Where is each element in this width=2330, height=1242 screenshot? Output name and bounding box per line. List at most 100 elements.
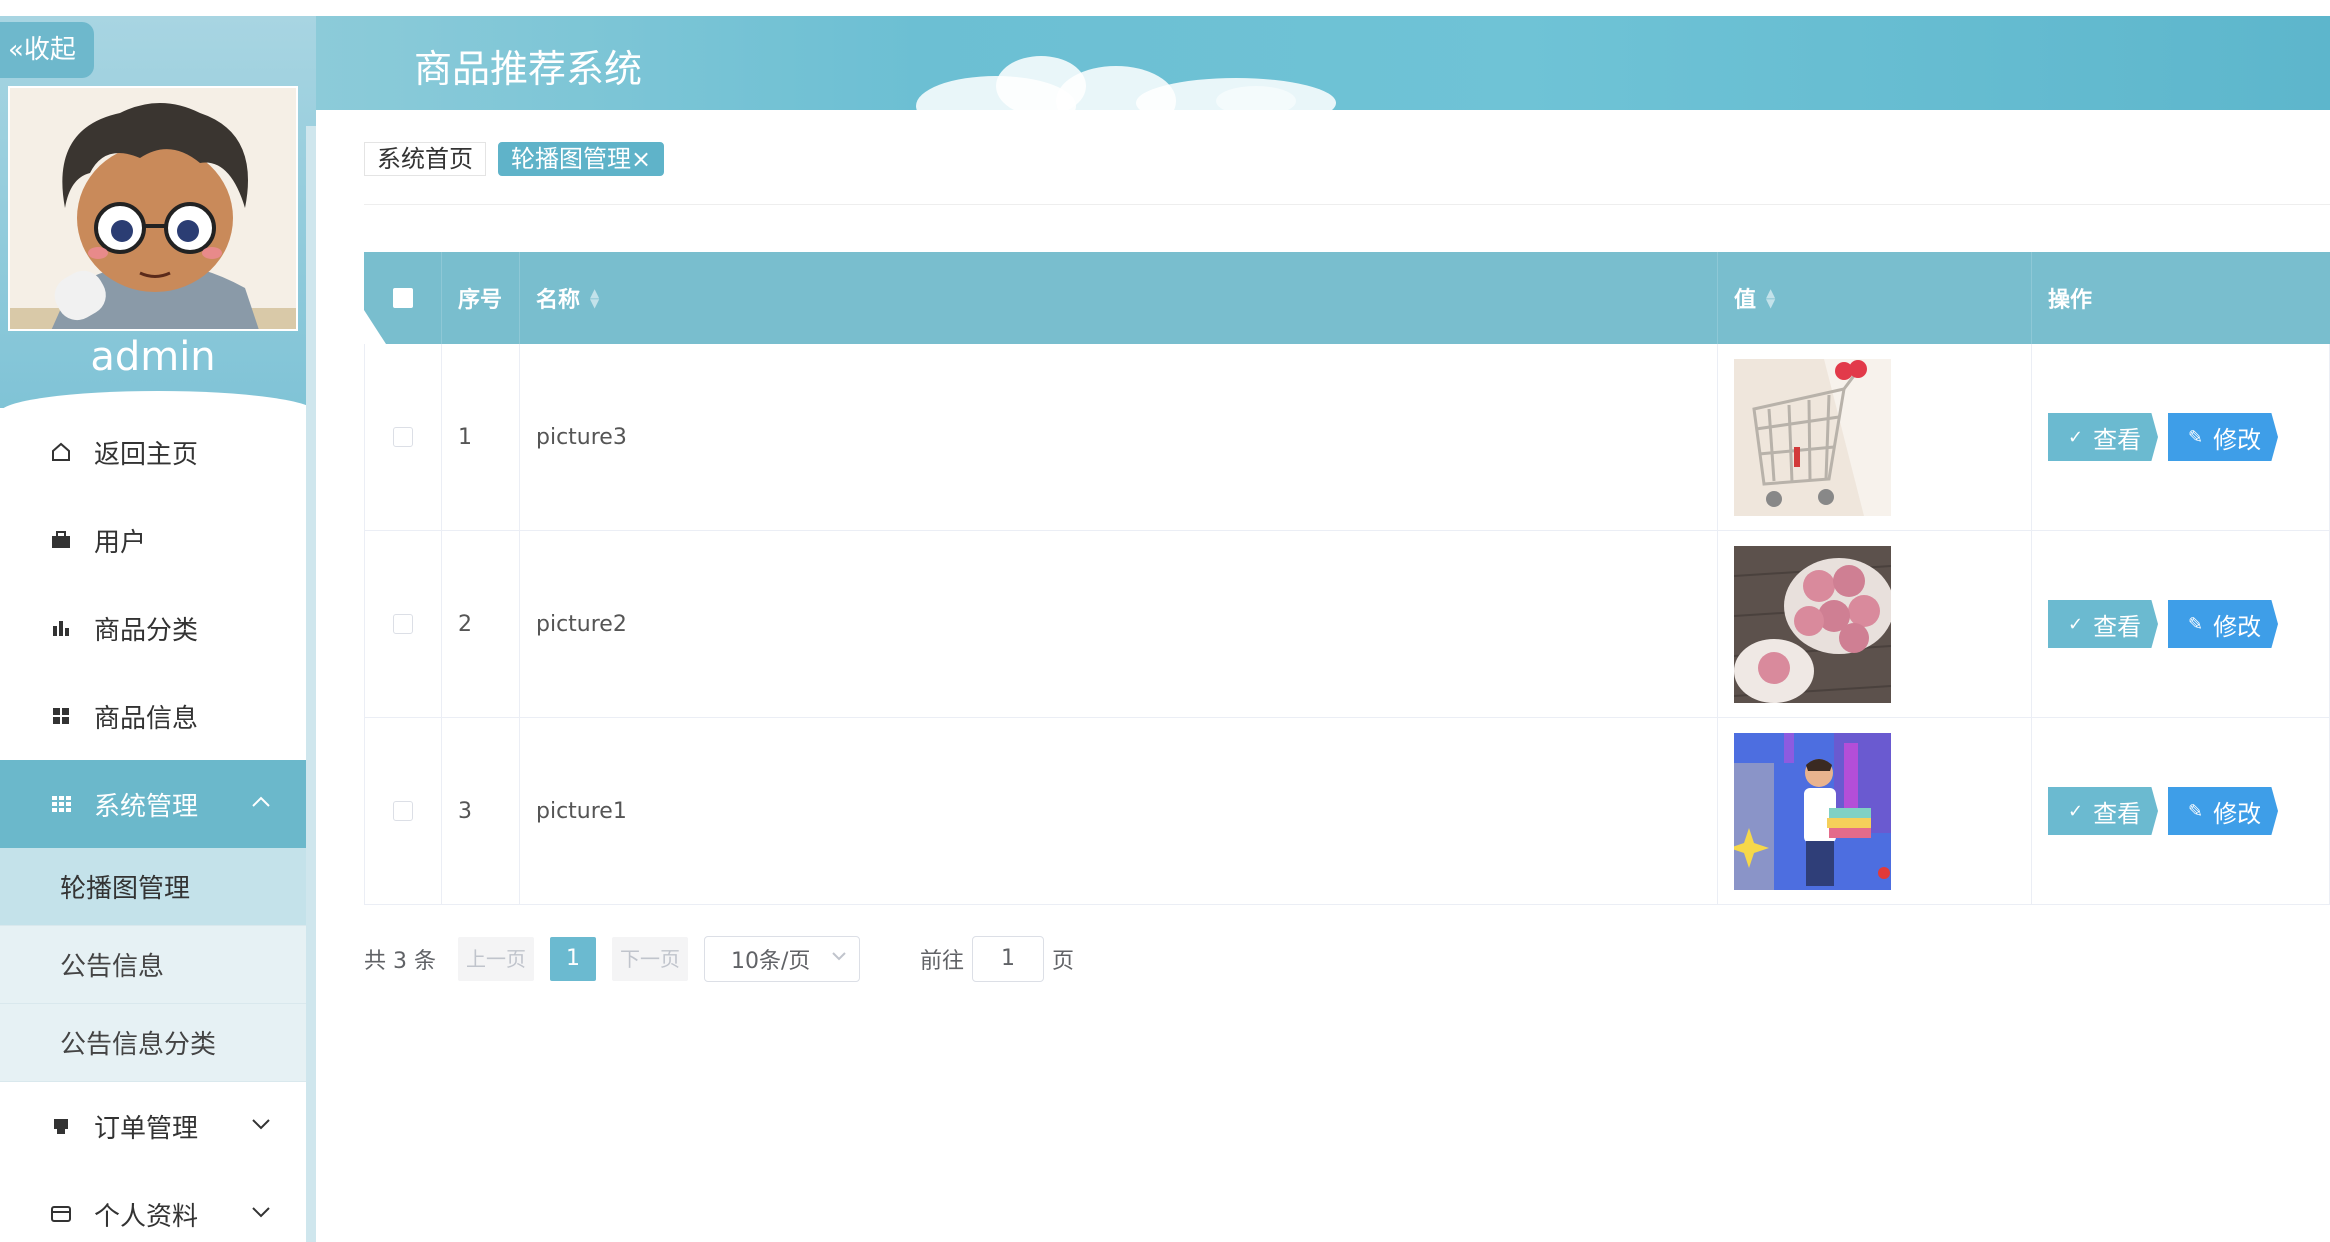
sidebar-subitem-label: 轮播图管理 — [60, 874, 191, 904]
sidebar-item-category[interactable]: 商品分类 — [0, 584, 306, 672]
check-icon: ✓ — [2068, 426, 2084, 448]
page-number-current[interactable]: 1 — [549, 937, 596, 981]
page-suffix-label: 页 — [1052, 949, 1075, 974]
view-button[interactable]: ✓ 查看 — [2048, 787, 2158, 835]
sidebar-item-label: 订单管理 — [94, 1113, 199, 1144]
row-actions: ✓ 查看 ✎ 修改 — [2032, 718, 2330, 904]
row-value-cell — [1718, 718, 2032, 904]
edit-icon: ✎ — [2188, 613, 2204, 635]
edit-icon: ✎ — [2188, 800, 2204, 822]
pagination: 共 3 条 上一页 1 下一页 10条/页 前往 1 页 — [364, 936, 1074, 982]
row-value-cell — [1718, 344, 2032, 530]
sidebar-subitem-carousel[interactable]: 轮播图管理 — [0, 848, 306, 926]
card-icon — [48, 1201, 74, 1227]
sidebar-item-label: 用户 — [94, 527, 147, 558]
sort-icon[interactable]: ▲ ▼ — [590, 287, 599, 309]
header-banner: 商品推荐系统 — [316, 16, 2330, 110]
tab-bar: 系统首页 轮播图管理× — [364, 142, 665, 176]
row-index: 1 — [442, 344, 520, 530]
tab-carousel[interactable]: 轮播图管理× — [498, 142, 665, 176]
briefcase-icon — [48, 527, 74, 553]
column-header-label: 名称 — [536, 288, 581, 313]
printer-icon — [48, 1113, 74, 1139]
chevron-up-icon — [250, 790, 272, 815]
home-icon — [48, 439, 74, 465]
row-actions: ✓ 查看 ✎ 修改 — [2032, 344, 2330, 530]
username: admin — [90, 334, 216, 380]
edit-button[interactable]: ✎ 修改 — [2168, 787, 2278, 835]
row-checkbox[interactable] — [393, 801, 413, 821]
pink-cookies-thumbnail[interactable] — [1734, 545, 1891, 703]
column-header-actions: 操作 — [2032, 252, 2330, 344]
shopping-cart-thumbnail[interactable] — [1734, 358, 1891, 516]
view-button-label: 查看 — [2093, 799, 2142, 828]
divider — [364, 204, 2330, 205]
edit-button-label: 修改 — [2213, 612, 2262, 641]
edit-button-label: 修改 — [2213, 425, 2262, 454]
column-header-name[interactable]: 名称 ▲ ▼ — [520, 252, 1718, 344]
view-button[interactable]: ✓ 查看 — [2048, 413, 2158, 461]
sidebar-subitem-label: 公告信息分类 — [60, 1030, 217, 1060]
data-table: 序号 名称 ▲ ▼ 值 ▲ ▼ 操作 1 picture3 ✓ 查看 ✎ 修改 … — [364, 252, 2330, 905]
bar-chart-icon — [48, 615, 74, 641]
tab-label: 系统首页 — [377, 145, 473, 173]
row-actions: ✓ 查看 ✎ 修改 — [2032, 531, 2330, 717]
edit-button[interactable]: ✎ 修改 — [2168, 413, 2278, 461]
sidebar-item-label: 个人资料 — [94, 1201, 199, 1232]
select-all-checkbox[interactable] — [392, 288, 413, 308]
page-size-select[interactable]: 10条/页 — [703, 936, 860, 982]
prev-page-button[interactable]: 上一页 — [457, 937, 534, 981]
table-row: 2 picture2 ✓ 查看 ✎ 修改 — [364, 531, 2330, 718]
avatar — [8, 86, 298, 331]
grid-icon — [48, 703, 74, 729]
column-header-label: 操作 — [2048, 288, 2093, 313]
apps-icon — [48, 791, 74, 817]
column-header-label: 序号 — [458, 288, 503, 313]
sidebar-item-products[interactable]: 商品信息 — [0, 672, 306, 760]
shopper-illustration-thumbnail[interactable] — [1734, 732, 1891, 890]
sort-icon[interactable]: ▲ ▼ — [1766, 287, 1775, 309]
view-button-label: 查看 — [2093, 425, 2142, 454]
sidebar-item-users[interactable]: 用户 — [0, 496, 306, 584]
view-button-label: 查看 — [2093, 612, 2142, 641]
table-row: 1 picture3 ✓ 查看 ✎ 修改 — [364, 344, 2330, 531]
sidebar-item-home[interactable]: 返回主页 — [0, 408, 306, 496]
sidebar-item-label: 返回主页 — [94, 439, 199, 470]
chevron-down-icon — [250, 1112, 272, 1137]
sidebar-item-orders[interactable]: 订单管理 — [0, 1082, 306, 1170]
sidebar-scrollbar[interactable] — [306, 126, 316, 1242]
sidebar-subitem-notice[interactable]: 公告信息 — [0, 926, 306, 1004]
sidebar-item-label: 商品信息 — [94, 703, 199, 734]
page-size-value: 10条/页 — [730, 949, 811, 974]
row-select-cell — [364, 531, 442, 717]
close-icon[interactable]: × — [631, 145, 651, 173]
pagination-total: 共 3 条 — [364, 949, 436, 974]
column-header-value[interactable]: 值 ▲ ▼ — [1718, 252, 2032, 344]
column-header-index: 序号 — [442, 252, 520, 344]
row-value-cell — [1718, 531, 2032, 717]
next-page-button[interactable]: 下一页 — [611, 937, 688, 981]
view-button[interactable]: ✓ 查看 — [2048, 600, 2158, 648]
tab-label: 轮播图管理 — [511, 145, 631, 173]
row-checkbox[interactable] — [393, 614, 413, 634]
sidebar: «收起 admin 返回主页 用户 商品分类 商品信息 系统管理 轮播图管理 公… — [0, 16, 316, 1242]
row-name: picture2 — [520, 531, 1718, 717]
avatar-image — [10, 88, 296, 329]
goto-page-input[interactable]: 1 — [972, 936, 1044, 982]
tab-home[interactable]: 系统首页 — [364, 142, 486, 176]
edit-icon: ✎ — [2188, 426, 2204, 448]
row-name: picture1 — [520, 718, 1718, 904]
sidebar-subitem-notice-category[interactable]: 公告信息分类 — [0, 1004, 306, 1082]
double-chevron-left-icon: « — [8, 35, 24, 65]
row-index: 3 — [442, 718, 520, 904]
collapse-button[interactable]: «收起 — [0, 22, 94, 78]
edit-button-label: 修改 — [2213, 799, 2262, 828]
select-all-cell — [364, 252, 442, 344]
chevron-down-icon — [831, 947, 847, 966]
sidebar-item-profile[interactable]: 个人资料 — [0, 1170, 306, 1242]
collapse-label: 收起 — [23, 35, 76, 65]
sidebar-item-system[interactable]: 系统管理 — [0, 760, 306, 848]
row-checkbox[interactable] — [393, 427, 413, 447]
row-select-cell — [364, 718, 442, 904]
edit-button[interactable]: ✎ 修改 — [2168, 600, 2278, 648]
